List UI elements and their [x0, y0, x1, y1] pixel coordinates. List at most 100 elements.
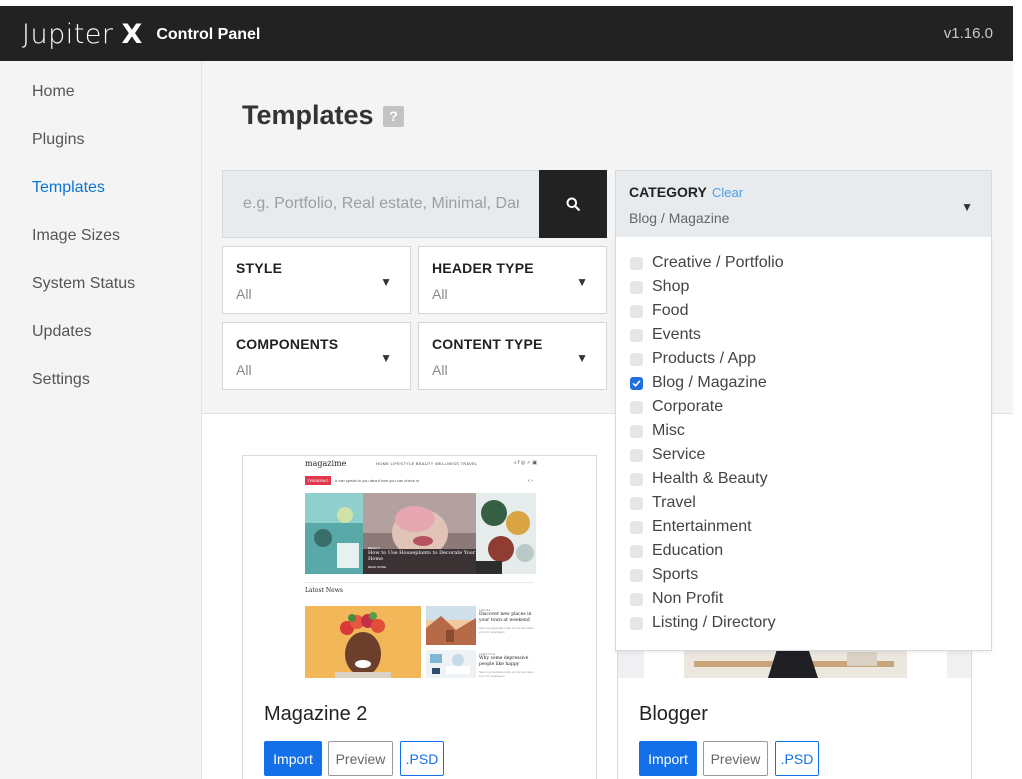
brand-name: Jupiter — [22, 18, 114, 50]
checkbox[interactable] — [630, 472, 643, 486]
template-title: Magazine 2 — [264, 703, 368, 725]
brand-mark: X — [121, 18, 143, 50]
components-filter-value: All — [236, 362, 252, 378]
checkbox[interactable] — [630, 448, 643, 462]
thumb-news1-sub: Sed ut perspiciatis unde omnis iste natu… — [479, 626, 534, 634]
category-option[interactable]: Corporate — [630, 397, 723, 417]
help-icon[interactable]: ? — [383, 106, 404, 127]
sidebar-item-settings[interactable]: Settings — [32, 371, 90, 389]
page-title: Templates — [242, 100, 374, 130]
checkbox[interactable] — [630, 256, 643, 270]
brand-logo: Jupiter X Control Panel — [22, 18, 260, 50]
thumb-nav: magazime HOME LIFESTYLE BEAUTY WELLNESS … — [305, 459, 537, 471]
thumb-trending-badge: TRENDING — [305, 476, 331, 485]
checkbox-checked[interactable] — [630, 376, 643, 390]
category-option[interactable]: Events — [630, 325, 701, 345]
caret-down-icon: ▼ — [380, 351, 392, 365]
search-input[interactable] — [223, 171, 539, 237]
category-option-label: Health & Beauty — [652, 470, 768, 487]
category-value: Blog / Magazine — [629, 210, 730, 226]
category-option-label: Shop — [652, 278, 690, 295]
style-filter-title: STYLE — [236, 260, 283, 276]
preview-button[interactable]: Preview — [703, 741, 768, 776]
import-button[interactable]: Import — [264, 741, 322, 776]
checkbox[interactable] — [630, 568, 643, 582]
category-option[interactable]: Misc — [630, 421, 685, 441]
thumb-divider — [305, 582, 534, 583]
template-thumbnail[interactable]: magazime HOME LIFESTYLE BEAUTY WELLNESS … — [243, 456, 596, 678]
category-option-label: Non Profit — [652, 590, 724, 607]
category-option[interactable]: Listing / Directory — [630, 613, 776, 633]
sidebar-item-system-status[interactable]: System Status — [32, 275, 135, 293]
psd-button[interactable]: .PSD — [400, 741, 444, 776]
thumb-portrait-image — [305, 606, 421, 678]
category-option-label: Service — [652, 446, 706, 463]
checkbox[interactable] — [630, 616, 643, 630]
thumb-news1-title: Discover new places in your town at week… — [479, 612, 532, 623]
thumb-news-image-1 — [426, 606, 476, 645]
category-option-selected[interactable]: Blog / Magazine — [630, 373, 767, 393]
category-option[interactable]: Shop — [630, 277, 689, 297]
checkbox[interactable] — [630, 280, 643, 294]
category-option-label: Events — [652, 326, 701, 343]
style-filter-value: All — [236, 286, 252, 302]
checkbox[interactable] — [630, 592, 643, 606]
thumb-trending-text: It can speak to you about how you can ch… — [335, 478, 420, 483]
category-option[interactable]: Education — [630, 541, 723, 561]
category-option-label: Corporate — [652, 398, 724, 415]
checkbox[interactable] — [630, 304, 643, 318]
category-option[interactable]: Products / App — [630, 349, 756, 369]
header-type-filter[interactable]: HEADER TYPE All ▼ — [418, 246, 607, 314]
category-clear-link[interactable]: Clear — [712, 185, 743, 200]
category-option[interactable]: Service — [630, 445, 705, 465]
components-filter[interactable]: COMPONENTS All ▼ — [222, 322, 411, 390]
search-field — [222, 170, 540, 238]
checkbox[interactable] — [630, 328, 643, 342]
checkbox[interactable] — [630, 520, 643, 534]
header-type-filter-value: All — [432, 286, 448, 302]
sidebar-item-image-sizes[interactable]: Image Sizes — [32, 227, 120, 245]
category-dropdown: Creative / Portfolio Shop Food Events Pr… — [615, 237, 992, 651]
sidebar-item-home[interactable]: Home — [32, 83, 75, 101]
category-option-label: Products / App — [652, 350, 757, 367]
category-option-label: Creative / Portfolio — [652, 254, 784, 271]
checkbox[interactable] — [630, 400, 643, 414]
preview-button[interactable]: Preview — [328, 741, 393, 776]
category-option-label: Sports — [652, 566, 699, 583]
sidebar-item-updates[interactable]: Updates — [32, 323, 92, 341]
category-option-label: Blog / Magazine — [652, 374, 767, 391]
category-option[interactable]: Food — [630, 301, 688, 321]
checkbox[interactable] — [630, 496, 643, 510]
thumb-social-icons: ⌕ f ◎ ✓ ▣ — [513, 460, 537, 466]
checkbox[interactable] — [630, 352, 643, 366]
thumb-menu: HOME LIFESTYLE BEAUTY WELLNESS TRAVEL — [376, 461, 478, 466]
category-option[interactable]: Entertainment — [630, 517, 752, 537]
category-option[interactable]: Sports — [630, 565, 698, 585]
category-option[interactable]: Health & Beauty — [630, 469, 768, 489]
thumb-slider-arrows: ‹ › — [528, 478, 533, 484]
category-option[interactable]: Non Profit — [630, 589, 723, 609]
category-option[interactable]: Travel — [630, 493, 696, 513]
category-select[interactable]: CATEGORY Clear Blog / Magazine ▼ — [615, 170, 992, 238]
thumb-news2-sub: Sed ut perspiciatis unde omnis iste natu… — [479, 670, 534, 678]
sidebar-item-plugins[interactable]: Plugins — [32, 131, 84, 149]
thumb-caption-meta: READ MORE — [368, 565, 387, 569]
caret-down-icon: ▼ — [576, 351, 588, 365]
app-window: Jupiter X Control Panel v1.16.0 Home Plu… — [0, 0, 1022, 779]
thumb-caption-title: How to Use Houseplants to Decorate Your … — [368, 550, 476, 562]
sidebar: Home Plugins Templates Image Sizes Syste… — [0, 61, 202, 779]
thumb-hero-caption: BEAUTY How to Use Houseplants to Decorat… — [368, 546, 488, 569]
checkmark-icon — [632, 379, 641, 387]
caret-down-icon: ▼ — [576, 275, 588, 289]
checkbox[interactable] — [630, 424, 643, 438]
import-button[interactable]: Import — [639, 741, 697, 776]
category-option[interactable]: Creative / Portfolio — [630, 253, 784, 273]
checkbox[interactable] — [630, 544, 643, 558]
thumb-news-item-2: LIFESTYLE Why some depressive people lik… — [479, 652, 537, 678]
search-button[interactable] — [539, 170, 607, 238]
caret-down-icon: ▼ — [380, 275, 392, 289]
content-type-filter[interactable]: CONTENT TYPE All ▼ — [418, 322, 607, 390]
sidebar-item-templates[interactable]: Templates — [32, 179, 105, 197]
psd-button[interactable]: .PSD — [775, 741, 819, 776]
style-filter[interactable]: STYLE All ▼ — [222, 246, 411, 314]
